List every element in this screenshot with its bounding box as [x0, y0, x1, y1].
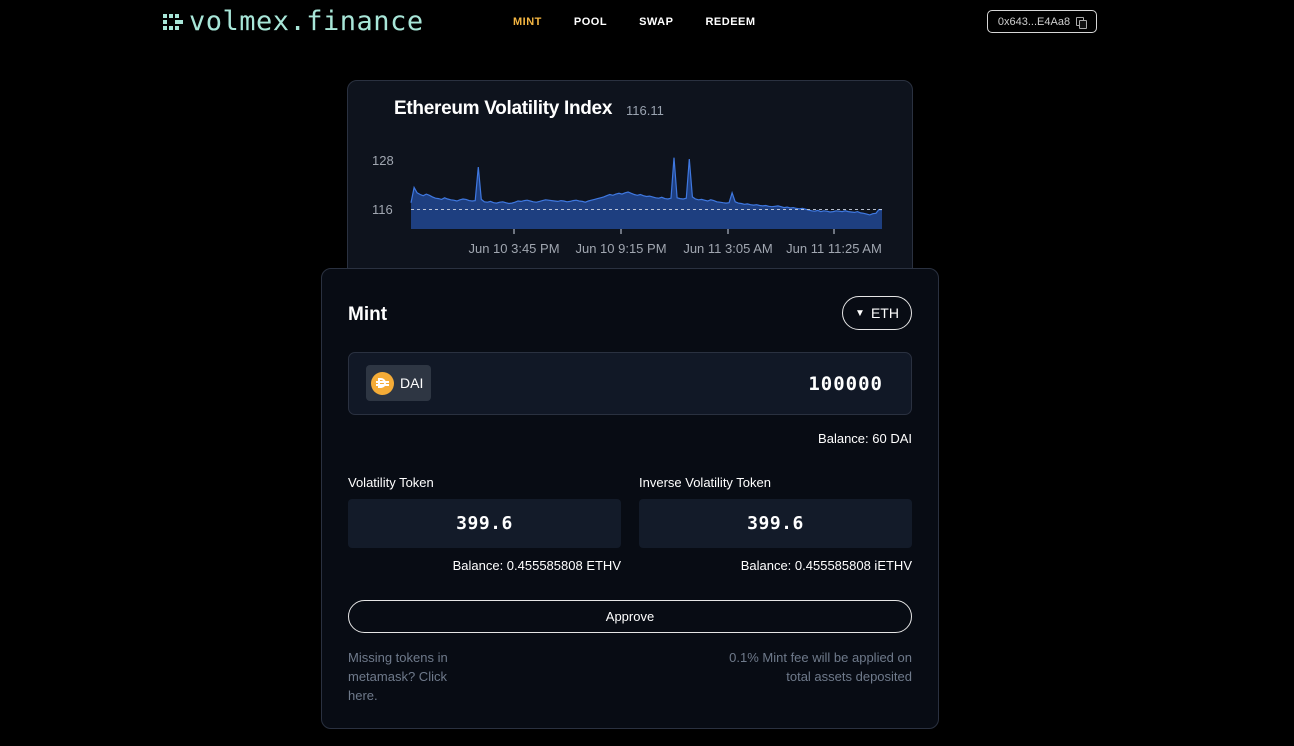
- inverse-token-balance: Balance: 0.455585808 iETHV: [740, 558, 912, 573]
- approve-button[interactable]: Approve: [348, 600, 912, 633]
- y-tick-label: 128: [372, 153, 394, 168]
- volatility-token-balance: Balance: 0.455585808 ETHV: [452, 558, 621, 573]
- deposit-token-badge[interactable]: DAI: [366, 365, 431, 401]
- volatility-token-label: Volatility Token: [348, 475, 434, 490]
- mint-title: Mint: [348, 304, 388, 325]
- wallet-address-button[interactable]: 0x643...E4Aa8: [987, 10, 1097, 33]
- logo-text: volmex.finance: [189, 6, 424, 37]
- logo-icon: [163, 14, 183, 30]
- deposit-token-symbol: DAI: [400, 375, 424, 391]
- volatility-token-output: 399.6: [348, 499, 621, 548]
- deposit-balance: Balance: 60 DAI: [818, 431, 912, 446]
- x-tick-label: Jun 10 9:15 PM: [575, 241, 666, 256]
- nav-pool[interactable]: POOL: [574, 16, 607, 28]
- volatility-chart-card: Ethereum Volatility Index 116.11 128 116…: [347, 80, 913, 280]
- collateral-select[interactable]: ▼ ETH: [842, 296, 912, 330]
- caret-down-icon: ▼: [855, 307, 865, 319]
- x-tick-label: Jun 11 3:05 AM: [683, 241, 772, 256]
- mint-fee-note: 0.1% Mint fee will be applied on total a…: [729, 650, 912, 684]
- x-tick-label: Jun 10 3:45 PM: [468, 241, 559, 256]
- nav-redeem[interactable]: REDEEM: [705, 16, 755, 28]
- nav-swap[interactable]: SWAP: [639, 16, 673, 28]
- missing-tokens-link[interactable]: Missing tokens in metamask? Click here.: [348, 648, 468, 705]
- x-tick-label: Jun 11 11:25 AM: [786, 241, 882, 256]
- copy-icon[interactable]: [1076, 16, 1088, 29]
- nav-mint[interactable]: MINT: [513, 16, 542, 28]
- brand-logo[interactable]: volmex.finance: [163, 8, 424, 36]
- inverse-token-label: Inverse Volatility Token: [639, 475, 771, 490]
- inverse-token-value: 399.6: [747, 513, 804, 534]
- deposit-input-box[interactable]: DAI 100000: [348, 352, 912, 415]
- collateral-select-value: ETH: [870, 305, 899, 321]
- deposit-amount-input[interactable]: 100000: [808, 373, 883, 395]
- wallet-address: 0x643...E4Aa8: [997, 15, 1071, 28]
- dai-icon: [371, 371, 394, 395]
- volatility-chart[interactable]: 128 116 Jun 10 3:45 PM Jun 10 9:15 PM Ju…: [348, 81, 914, 281]
- main-nav: MINT POOL SWAP REDEEM: [513, 16, 788, 28]
- inverse-token-output: 399.6: [639, 499, 912, 548]
- volatility-token-value: 399.6: [456, 513, 513, 534]
- y-tick-label: 116: [372, 202, 393, 217]
- chart-area: [411, 157, 882, 229]
- mint-card: Mint ▼ ETH DAI 100000 Balance: 60 DAI Vo…: [321, 268, 939, 729]
